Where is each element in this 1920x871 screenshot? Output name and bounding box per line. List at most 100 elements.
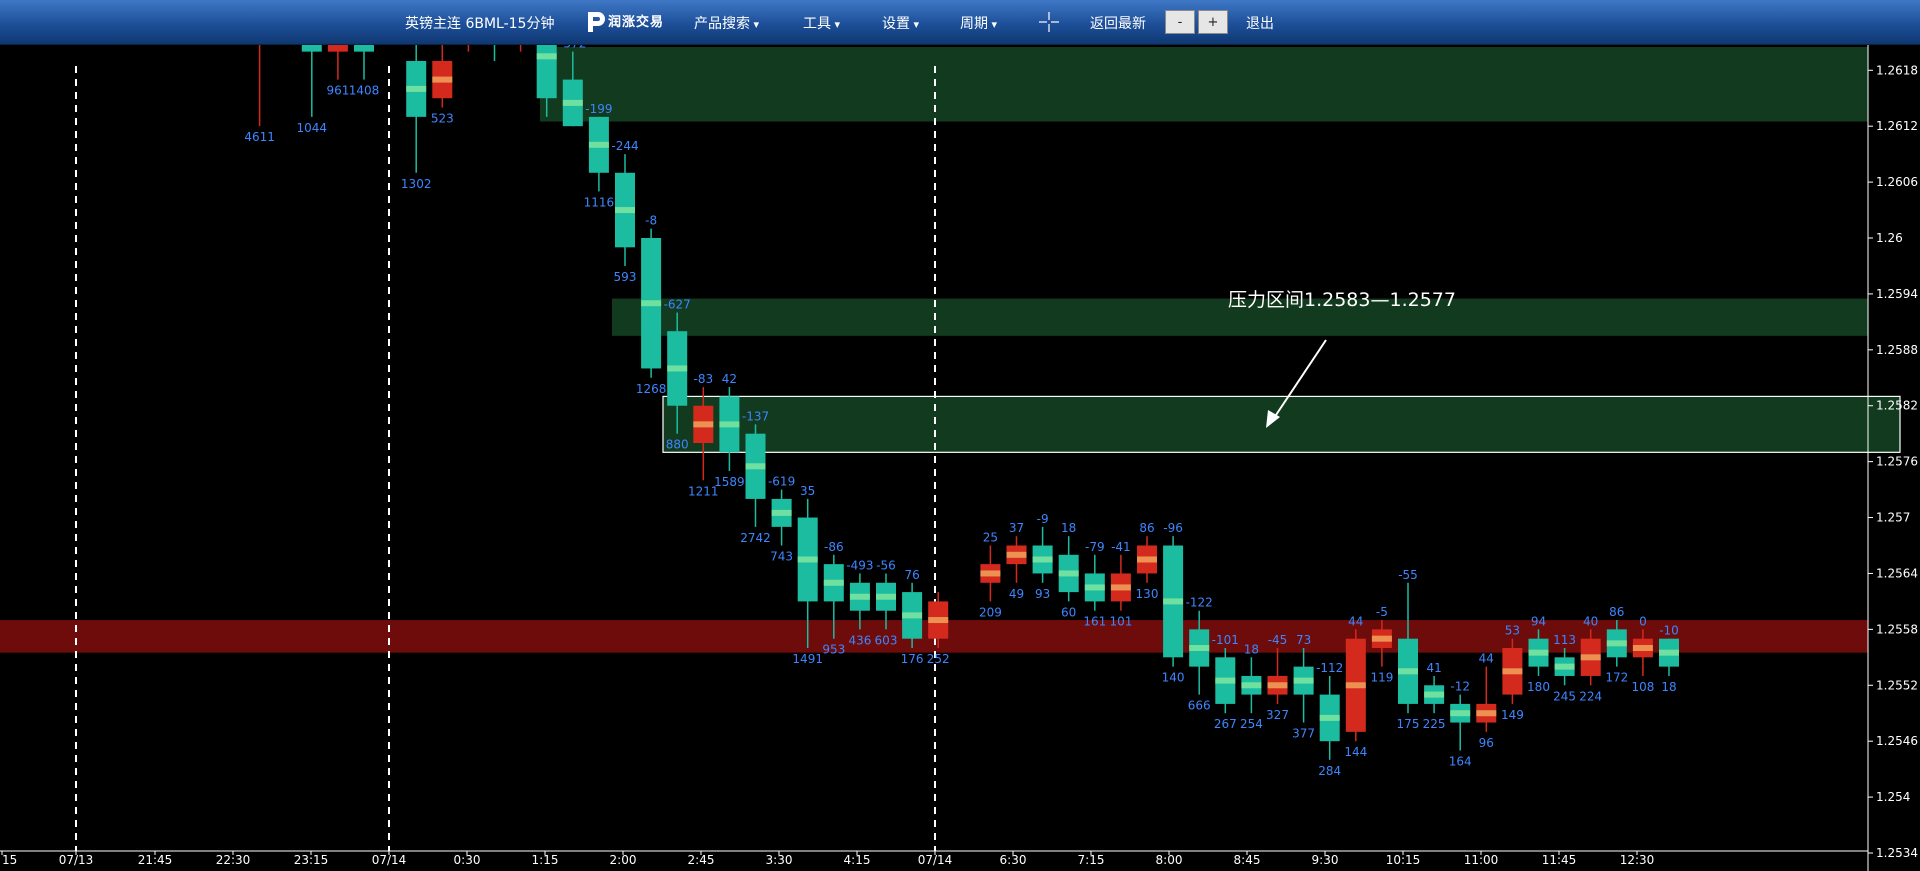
back-to-latest-button[interactable]: 返回最新	[1090, 13, 1146, 33]
time-tick-label: 2:00	[610, 853, 637, 867]
poc-marker	[1606, 640, 1627, 647]
delta-label: -9	[1037, 512, 1049, 526]
time-tick-label: 3:30	[766, 853, 793, 867]
delta-label: 53	[1505, 624, 1520, 638]
time-tick-label: 07/14	[372, 853, 407, 867]
poc-marker	[771, 509, 792, 516]
top-toolbar: 英镑主连 6BML-15分钟 润涨交易 产品搜索 工具 设置 周期 返回最新 -…	[0, 0, 1920, 45]
volume-label: 144	[1344, 745, 1367, 759]
poc-marker	[1163, 598, 1184, 605]
price-tick-label: 1.2576	[1876, 455, 1918, 469]
volume-label: 180	[1527, 680, 1550, 694]
poc-marker	[1319, 714, 1340, 721]
zoom-out-button[interactable]: -	[1165, 10, 1195, 34]
volume-label: 254	[1240, 717, 1263, 731]
volume-label: 1044	[297, 121, 328, 135]
delta-label: -8	[645, 214, 657, 228]
delta-label: -56	[876, 558, 896, 572]
delta-label: -96	[1163, 521, 1183, 535]
delta-label: 44	[1348, 614, 1363, 628]
time-tick-label: 0:30	[454, 853, 481, 867]
volume-label: 267	[1214, 717, 1237, 731]
poc-marker	[1502, 668, 1523, 675]
volume-label: 953	[822, 643, 845, 657]
delta-label: -10	[1659, 624, 1679, 638]
period-menu[interactable]: 周期	[960, 13, 997, 33]
poc-marker	[1189, 645, 1210, 651]
volume-label: 436	[848, 633, 871, 647]
price-tick-label: 1.2618	[1876, 63, 1918, 77]
price-tick-label: 1.254	[1876, 790, 1910, 804]
delta-label: -55	[1398, 568, 1418, 582]
volume-label: 93	[1035, 587, 1050, 601]
poc-marker	[849, 593, 870, 600]
settings-menu[interactable]: 设置	[882, 13, 919, 33]
crosshair-icon[interactable]	[1039, 12, 1059, 32]
poc-marker	[823, 579, 844, 586]
tools-menu[interactable]: 工具	[803, 13, 840, 33]
delta-label: 18	[1061, 521, 1076, 535]
delta-label: -45	[1268, 633, 1288, 647]
delta-label: 18	[1244, 642, 1259, 656]
poc-marker	[641, 300, 662, 307]
delta-label: -627	[664, 298, 691, 312]
delta-label: 0	[1639, 614, 1647, 628]
volume-label: 175	[1397, 717, 1420, 731]
delta-label: 37	[1009, 521, 1024, 535]
delta-label: 44	[1479, 652, 1494, 666]
candlestick-chart[interactable]: -188913004611199810449611408-51813025237…	[0, 0, 1920, 871]
volume-label: 377	[1292, 727, 1315, 741]
poc-marker	[1058, 570, 1079, 577]
poc-marker	[928, 617, 949, 624]
delta-label: 86	[1139, 521, 1154, 535]
time-tick-label: 2:45	[688, 853, 715, 867]
logo-text: 润涨交易	[608, 15, 665, 30]
resistance-annotation: 压力区间1.2583—1.2577	[1228, 289, 1456, 311]
poc-marker	[693, 421, 714, 428]
volume-label: 743	[770, 550, 793, 564]
volume-label: 140	[1162, 671, 1185, 685]
product-search-menu[interactable]: 产品搜索	[694, 13, 759, 33]
delta-label: -619	[768, 475, 795, 489]
delta-label: 40	[1583, 614, 1598, 628]
poc-marker	[1371, 635, 1392, 642]
price-tick-label: 1.2594	[1876, 287, 1918, 301]
price-tick-label: 1.2534	[1876, 846, 1918, 860]
price-tick-label: 1.2606	[1876, 175, 1918, 189]
volume-label: 172	[1605, 671, 1628, 685]
poc-marker	[615, 207, 635, 214]
day-separators	[75, 66, 936, 851]
volume-label: 603	[875, 633, 898, 647]
time-tick-label: 12:30	[1620, 853, 1655, 867]
poc-marker	[1554, 663, 1575, 670]
volume-label: 4611	[244, 130, 275, 144]
price-tick-label: 1.2582	[1876, 399, 1918, 413]
price-tick-label: 1.2612	[1876, 119, 1918, 133]
delta-label: 42	[722, 372, 737, 386]
poc-marker	[745, 463, 766, 470]
poc-marker	[1476, 710, 1497, 717]
poc-marker	[1293, 677, 1314, 684]
volume-label: 60	[1061, 605, 1076, 619]
price-tick-label: 1.2546	[1876, 734, 1918, 748]
delta-label: -112	[1316, 661, 1343, 675]
volume-label: 245	[1553, 689, 1576, 703]
delta-label: -199	[585, 102, 612, 116]
time-tick-label: 11:45	[1542, 853, 1577, 867]
price-tick-label: 1.2564	[1876, 566, 1918, 580]
price-tick-label: 1.2552	[1876, 678, 1918, 692]
volume-label: 1408	[349, 84, 380, 98]
poc-marker	[1084, 584, 1105, 591]
time-tick-label: 11:00	[1464, 853, 1499, 867]
poc-marker	[1215, 677, 1236, 684]
zoom-in-button[interactable]: +	[1198, 10, 1228, 34]
time-tick-label: 6:30	[1000, 853, 1027, 867]
resistance-zone	[662, 395, 1901, 453]
volume-label: 666	[1188, 699, 1211, 713]
exit-button[interactable]: 退出	[1246, 13, 1274, 33]
price-tick-label: 1.2558	[1876, 622, 1918, 636]
poc-marker	[876, 593, 896, 600]
volume-label: 18	[1661, 680, 1676, 694]
delta-label: 35	[800, 484, 815, 498]
poc-marker	[902, 612, 923, 619]
